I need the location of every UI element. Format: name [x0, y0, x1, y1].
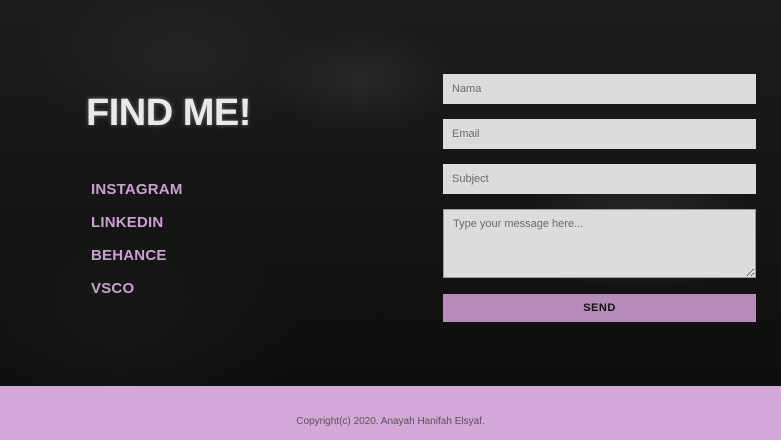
behance-link[interactable]: BEHANCE	[91, 247, 167, 264]
linkedin-link[interactable]: LINKEDIN	[91, 214, 163, 231]
social-links-list: INSTAGRAM LINKEDIN BEHANCE VSCO	[91, 181, 183, 313]
contact-form: SEND	[443, 74, 756, 322]
vsco-link[interactable]: VSCO	[91, 280, 134, 297]
footer: Copyright(c) 2020. Anayah Hanifah Elsyaf…	[0, 386, 781, 440]
copyright-text: Copyright(c) 2020. Anayah Hanifah Elsyaf…	[296, 416, 485, 427]
page-title: FIND ME!	[86, 92, 251, 134]
list-item: LINKEDIN	[91, 214, 183, 247]
contact-section: FIND ME! INSTAGRAM LINKEDIN BEHANCE VSCO…	[0, 0, 781, 386]
list-item: INSTAGRAM	[91, 181, 183, 214]
send-button[interactable]: SEND	[443, 294, 756, 322]
list-item: VSCO	[91, 280, 183, 313]
message-field[interactable]	[443, 209, 756, 278]
page: FIND ME! INSTAGRAM LINKEDIN BEHANCE VSCO…	[0, 0, 781, 440]
instagram-link[interactable]: INSTAGRAM	[91, 181, 183, 198]
subject-field[interactable]	[443, 164, 756, 194]
list-item: BEHANCE	[91, 247, 183, 280]
email-field[interactable]	[443, 119, 756, 149]
name-field[interactable]	[443, 74, 756, 104]
